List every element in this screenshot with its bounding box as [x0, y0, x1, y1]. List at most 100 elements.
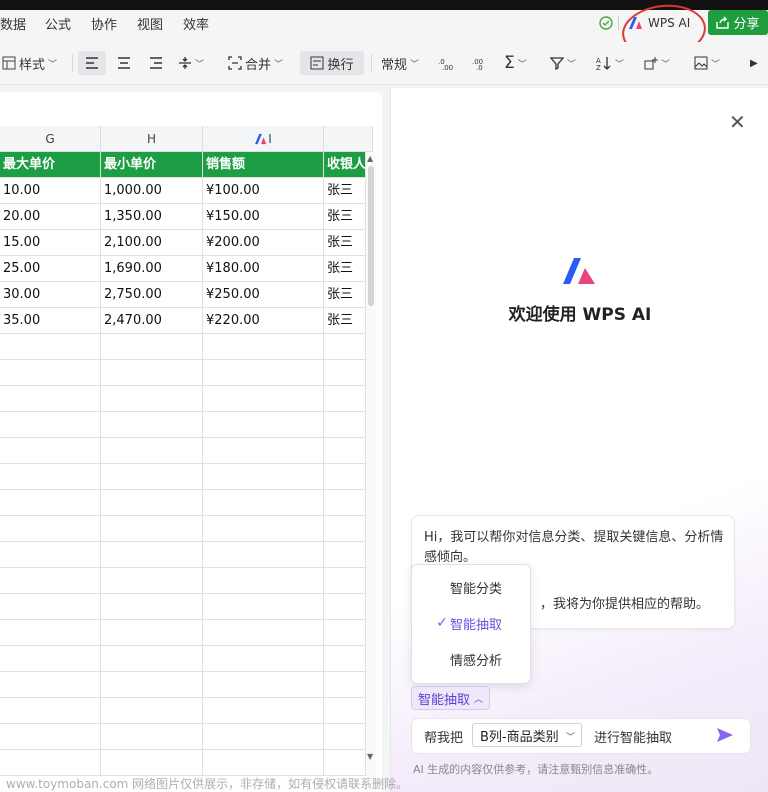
empty-cell[interactable] [0, 620, 101, 646]
empty-cell[interactable] [101, 464, 203, 490]
column-header-g[interactable]: G [0, 126, 101, 152]
empty-cell[interactable] [0, 542, 101, 568]
empty-cell[interactable] [0, 464, 101, 490]
data-cell[interactable]: 2,470.00 [101, 308, 203, 334]
menu-collab[interactable]: 协作 [91, 14, 117, 33]
data-cell[interactable]: 20.00 [0, 204, 101, 230]
empty-cell[interactable] [203, 646, 324, 672]
data-cell[interactable]: 10.00 [0, 178, 101, 204]
empty-cell[interactable] [101, 516, 203, 542]
empty-cell[interactable] [0, 750, 101, 776]
data-cell[interactable]: 1,000.00 [101, 178, 203, 204]
empty-cell[interactable] [324, 386, 366, 412]
empty-cell[interactable] [101, 412, 203, 438]
data-cell[interactable]: ¥200.00 [203, 230, 324, 256]
sort-button[interactable]: AZ ﹀ [596, 51, 624, 75]
align-center-button[interactable] [114, 51, 134, 75]
empty-cell[interactable] [0, 438, 101, 464]
empty-cell[interactable] [0, 594, 101, 620]
empty-cell[interactable] [203, 698, 324, 724]
scrollbar-thumb[interactable] [368, 166, 374, 306]
option-smart-classify[interactable]: 智能分类 [412, 572, 530, 602]
empty-cell[interactable] [324, 464, 366, 490]
data-cell[interactable]: ¥250.00 [203, 282, 324, 308]
scroll-down-arrow[interactable]: ▼ [367, 752, 373, 761]
empty-cell[interactable] [0, 386, 101, 412]
wrap-text-button[interactable]: 换行 [300, 51, 364, 75]
empty-cell[interactable] [324, 568, 366, 594]
menu-formula[interactable]: 公式 [45, 14, 71, 33]
data-cell[interactable]: ¥150.00 [203, 204, 324, 230]
empty-cell[interactable] [101, 594, 203, 620]
empty-cell[interactable] [324, 750, 366, 776]
empty-cell[interactable] [203, 724, 324, 750]
data-cell[interactable]: 张三 [324, 230, 366, 256]
empty-cell[interactable] [203, 516, 324, 542]
empty-cell[interactable] [101, 438, 203, 464]
column-header-h[interactable]: H [101, 126, 203, 152]
empty-cell[interactable] [324, 620, 366, 646]
empty-cell[interactable] [324, 542, 366, 568]
vertical-align-button[interactable]: ﹀ [178, 51, 204, 75]
empty-cell[interactable] [203, 386, 324, 412]
empty-cell[interactable] [324, 334, 366, 360]
empty-cell[interactable] [0, 568, 101, 594]
empty-cell[interactable] [101, 334, 203, 360]
empty-cell[interactable] [203, 568, 324, 594]
empty-cell[interactable] [203, 620, 324, 646]
header-cell[interactable]: 最大单价 [0, 152, 101, 178]
option-smart-extract[interactable]: ✓ 智能抽取 [412, 608, 530, 638]
column-header-j[interactable] [324, 126, 373, 152]
share-button[interactable]: 分享 [708, 10, 768, 35]
empty-cell[interactable] [203, 412, 324, 438]
merge-button[interactable]: 合并 ﹀ [228, 51, 283, 75]
empty-cell[interactable] [203, 334, 324, 360]
column-select[interactable]: B列-商品类别 ﹀ [472, 723, 582, 747]
empty-cell[interactable] [101, 620, 203, 646]
empty-cell[interactable] [101, 646, 203, 672]
data-cell[interactable]: 25.00 [0, 256, 101, 282]
data-cell[interactable]: 张三 [324, 178, 366, 204]
data-cell[interactable]: 30.00 [0, 282, 101, 308]
empty-cell[interactable] [101, 724, 203, 750]
menu-view[interactable]: 视图 [137, 14, 163, 33]
empty-cell[interactable] [0, 360, 101, 386]
empty-cell[interactable] [101, 542, 203, 568]
empty-cell[interactable] [101, 750, 203, 776]
data-cell[interactable]: 2,750.00 [101, 282, 203, 308]
data-cell[interactable]: 张三 [324, 204, 366, 230]
increase-decimal-button[interactable]: .0.00 [438, 51, 454, 75]
empty-cell[interactable] [0, 698, 101, 724]
data-cell[interactable]: 张三 [324, 308, 366, 334]
empty-cell[interactable] [101, 386, 203, 412]
prompt-input-bar[interactable]: 帮我把 B列-商品类别 ﹀ 进行智能抽取 [411, 718, 751, 754]
empty-cell[interactable] [324, 594, 366, 620]
empty-cell[interactable] [324, 438, 366, 464]
empty-cell[interactable] [0, 490, 101, 516]
cloud-sync-icon[interactable] [598, 15, 614, 35]
data-cell[interactable]: 35.00 [0, 308, 101, 334]
empty-cell[interactable] [324, 412, 366, 438]
mode-selector-chip[interactable]: 智能抽取 ︿ [411, 686, 491, 710]
empty-cell[interactable] [203, 360, 324, 386]
empty-cell[interactable] [101, 360, 203, 386]
menu-efficiency[interactable]: 效率 [183, 14, 209, 33]
empty-cell[interactable] [0, 516, 101, 542]
empty-cell[interactable] [203, 490, 324, 516]
decrease-decimal-button[interactable]: .00.0 [472, 51, 488, 75]
option-sentiment-analysis[interactable]: 情感分析 [412, 644, 530, 674]
empty-cell[interactable] [203, 750, 324, 776]
data-cell[interactable]: 2,100.00 [101, 230, 203, 256]
data-cell[interactable]: 1,350.00 [101, 204, 203, 230]
empty-cell[interactable] [324, 360, 366, 386]
empty-cell[interactable] [324, 646, 366, 672]
empty-cell[interactable] [101, 490, 203, 516]
data-cell[interactable]: ¥100.00 [203, 178, 324, 204]
empty-cell[interactable] [0, 646, 101, 672]
empty-cell[interactable] [324, 698, 366, 724]
align-left-button[interactable] [78, 51, 106, 75]
empty-cell[interactable] [101, 568, 203, 594]
empty-cell[interactable] [324, 490, 366, 516]
data-cell[interactable]: 15.00 [0, 230, 101, 256]
insert-cells-button[interactable]: ﹀ [644, 51, 670, 75]
